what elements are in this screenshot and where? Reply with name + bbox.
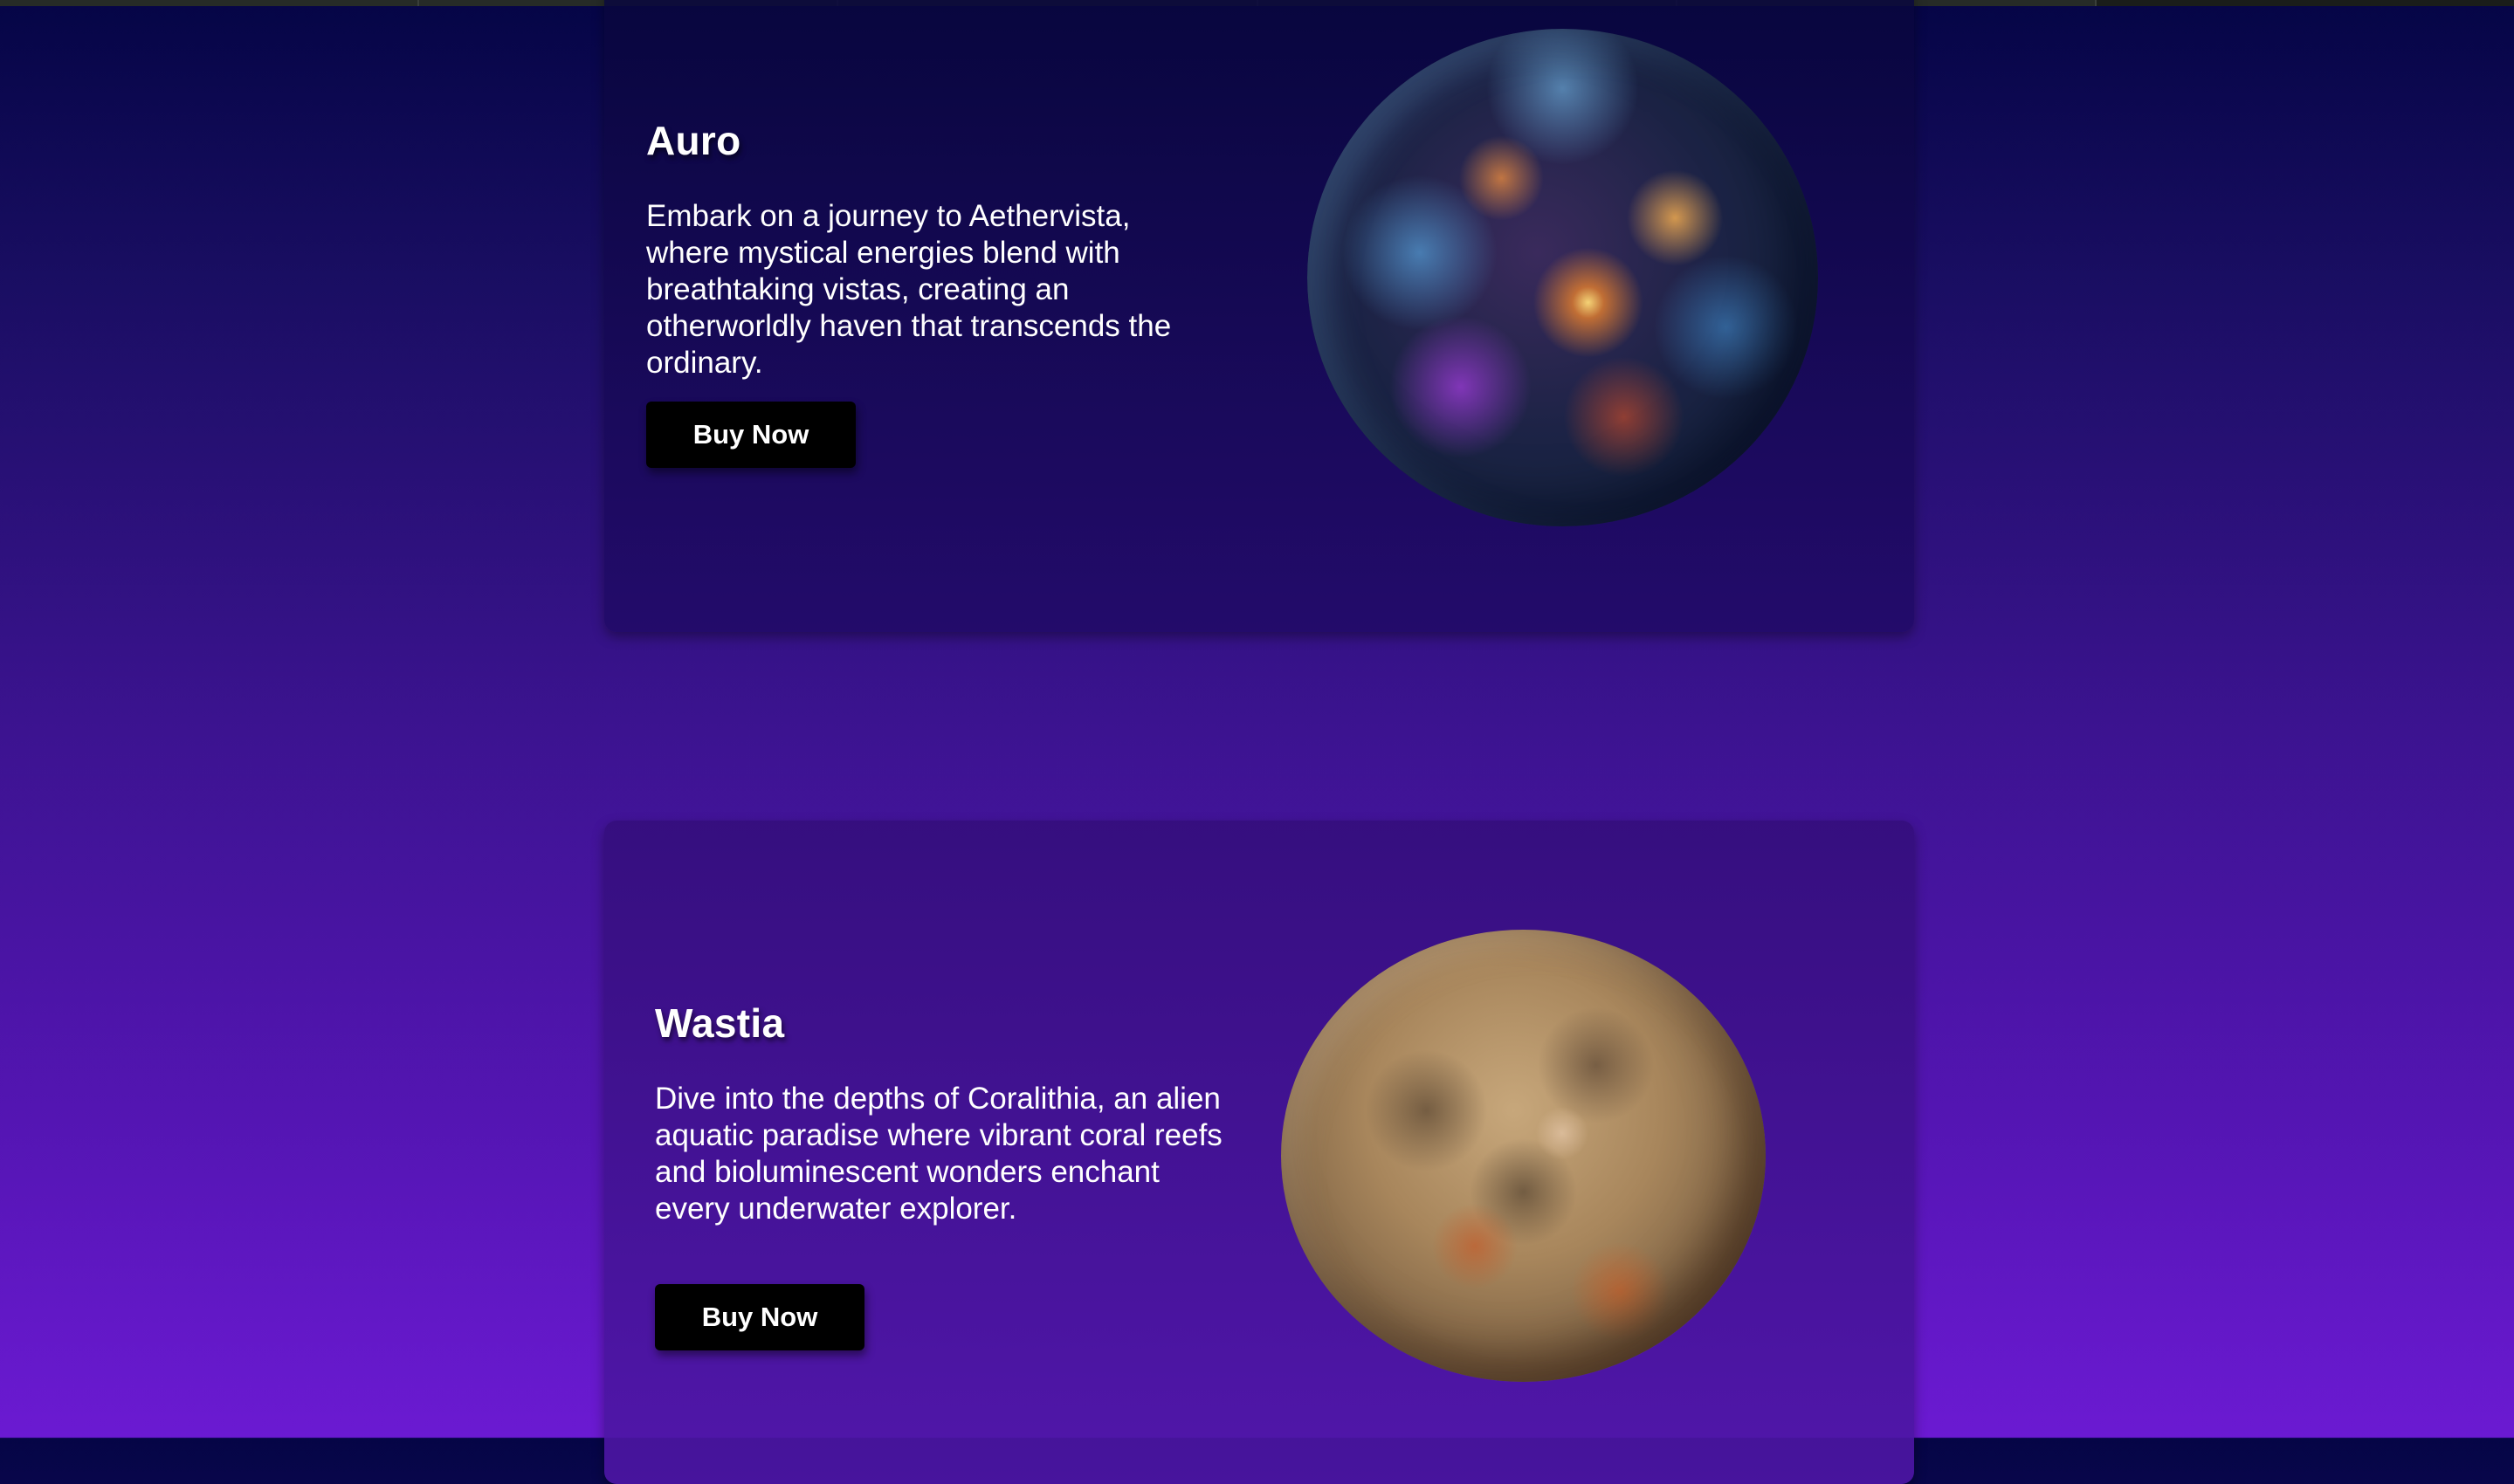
top-strip-segment — [2096, 0, 2514, 6]
buy-now-button[interactable]: Buy Now — [646, 402, 856, 468]
product-description: Dive into the depths of Coralithia, an a… — [655, 1082, 1223, 1226]
product-title: Auro — [646, 118, 741, 163]
product-description: Embark on a journey to Aethervista, wher… — [646, 199, 1172, 380]
product-card-wastia: Wastia Dive into the depths of Coralithi… — [604, 821, 1914, 1484]
planet-auro-image — [1307, 29, 1818, 526]
product-card-auro: Auro Embark on a journey to Aethervista,… — [604, 0, 1914, 632]
planet-wastia-image — [1281, 930, 1766, 1382]
product-title: Wastia — [655, 1000, 785, 1046]
top-strip-segment — [0, 0, 420, 6]
buy-now-button[interactable]: Buy Now — [655, 1284, 864, 1350]
